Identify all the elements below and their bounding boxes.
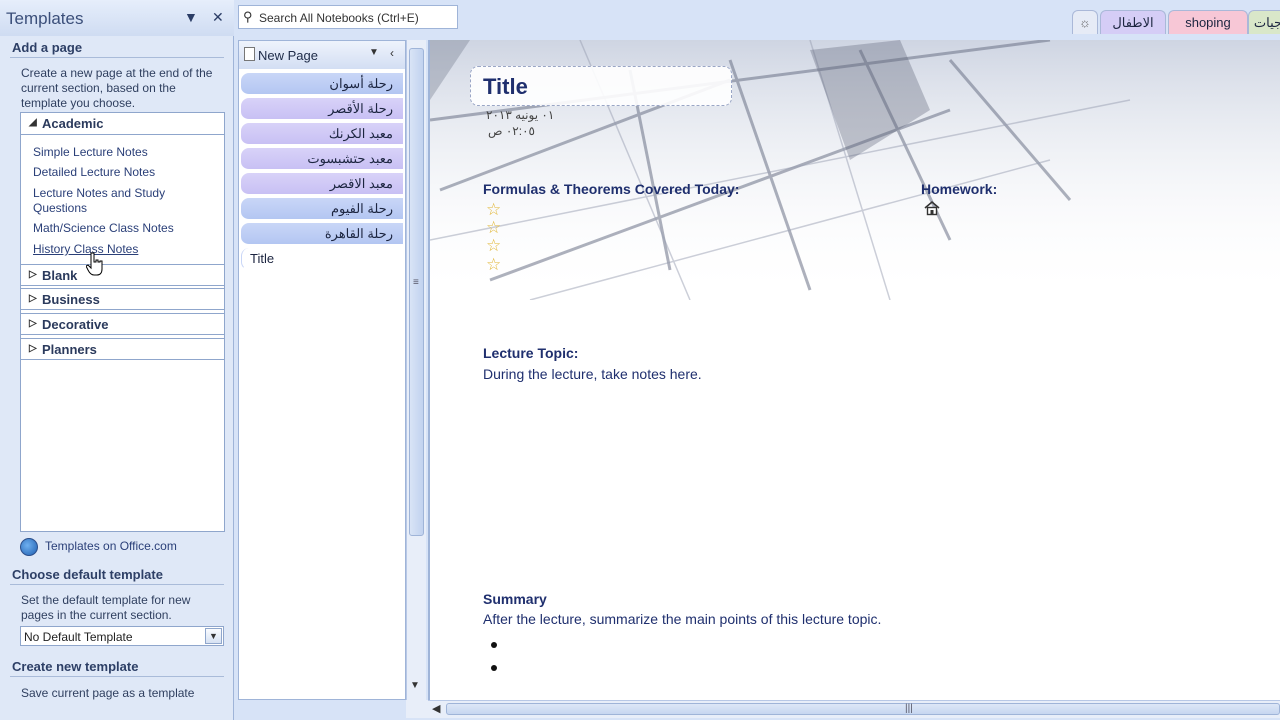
template-history-class-notes[interactable]: History Class Notes xyxy=(33,242,213,257)
page-time: ٠٢:٠٥ ص xyxy=(488,124,535,138)
category-label: Decorative xyxy=(42,317,109,332)
formulas-heading[interactable]: Formulas & Theorems Covered Today: xyxy=(483,181,739,197)
category-label: Planners xyxy=(42,342,97,357)
collapse-pages-icon[interactable]: ‹ xyxy=(390,46,394,60)
template-detailed-lecture-notes[interactable]: Detailed Lecture Notes xyxy=(33,165,213,180)
homework-heading[interactable]: Homework: xyxy=(921,181,997,197)
pane-title: Templates xyxy=(6,9,84,28)
add-page-heading: Add a page xyxy=(12,40,83,55)
pane-menu-icon[interactable]: ▼ xyxy=(184,9,198,25)
add-page-description: Create a new page at the end of the curr… xyxy=(21,66,226,111)
templates-pane: Templates ▼ ✕ Add a page Create a new pa… xyxy=(0,0,234,720)
templates-on-office-link[interactable]: Templates on Office.com xyxy=(20,538,220,556)
description-line: Set the default template for new xyxy=(21,593,191,607)
star-icon: ☆ xyxy=(486,255,502,274)
lecture-topic-heading[interactable]: Lecture Topic: xyxy=(483,345,578,361)
page-tab[interactable]: رحلة الأقصر xyxy=(241,98,403,120)
divider xyxy=(10,584,224,585)
new-page-button[interactable]: New Page xyxy=(258,48,318,63)
category-blank[interactable]: ▷ Blank xyxy=(21,264,224,286)
template-simple-lecture-notes[interactable]: Simple Lecture Notes xyxy=(33,145,213,160)
new-page-dropdown-icon[interactable]: ▼ xyxy=(369,47,379,58)
summary-heading[interactable]: Summary xyxy=(483,591,547,607)
star-icon: ☆ xyxy=(486,236,502,255)
notebook-tabs: جيات shoping الاطفال ☼ xyxy=(1060,10,1280,36)
collapsed-arrow-icon: ▷ xyxy=(29,293,37,304)
page-tabs-panel: New Page ▼ ‹ رحلة أسوان رحلة الأقصر معبد… xyxy=(238,40,406,700)
scroll-thumb[interactable]: ≡ xyxy=(409,48,424,536)
template-label-line: Questions xyxy=(33,201,88,215)
category-decorative[interactable]: ▷ Decorative xyxy=(21,313,224,335)
scroll-thumb[interactable]: ||| xyxy=(446,703,1280,715)
hand-cursor-icon xyxy=(86,252,103,276)
page-tab[interactable]: معبد حتشبسوت xyxy=(241,148,403,170)
template-lecture-notes-study[interactable]: Lecture Notes and Study Questions xyxy=(33,186,213,216)
search-input[interactable]: ⚲ Search All Notebooks (Ctrl+E) xyxy=(238,5,458,29)
pane-title-bar: Templates ▼ ✕ xyxy=(0,0,234,36)
expanded-arrow-icon: ◢ xyxy=(29,117,37,128)
description-line: current section, based on the xyxy=(21,81,176,95)
home-icon xyxy=(924,200,940,216)
notebook-tab[interactable]: جيات xyxy=(1248,10,1280,34)
horizontal-scrollbar[interactable]: ◀ ||| xyxy=(428,700,1280,718)
default-template-select[interactable]: No Default Template ▼ xyxy=(20,626,224,646)
save-as-template-link[interactable]: Save current page as a template xyxy=(21,686,226,701)
notebook-tab[interactable]: الاطفال xyxy=(1100,10,1166,34)
description-line: Create a new page at the end of the xyxy=(21,66,213,80)
template-label-line: Lecture Notes and Study xyxy=(33,186,166,200)
description-line: pages in the current section. xyxy=(21,608,172,622)
vertical-scrollbar[interactable]: ≡ ▼ xyxy=(406,40,426,700)
globe-icon xyxy=(20,538,38,556)
default-template-value: No Default Template xyxy=(24,630,133,644)
page-tab[interactable]: معبد الاقصر xyxy=(241,173,403,195)
notebook-tab[interactable]: shoping xyxy=(1168,10,1248,34)
star-icon: ☆ xyxy=(486,218,502,237)
office-link-label: Templates on Office.com xyxy=(45,539,177,553)
summary-text[interactable]: After the lecture, summarize the main po… xyxy=(483,611,881,627)
page-tab[interactable]: رحلة الفيوم xyxy=(241,198,403,220)
divider xyxy=(10,676,224,677)
page-tab[interactable]: رحلة أسوان xyxy=(241,73,403,95)
star-icon: ☆ xyxy=(486,200,502,219)
template-list: ◢ Academic Simple Lecture Notes Detailed… xyxy=(20,112,225,532)
grip-icon: ≡ xyxy=(413,277,419,288)
template-math-science-class-notes[interactable]: Math/Science Class Notes xyxy=(33,221,213,236)
bullet[interactable] xyxy=(491,665,497,671)
close-icon[interactable]: ✕ xyxy=(212,9,224,26)
search-placeholder: Search All Notebooks (Ctrl+E) xyxy=(259,11,419,25)
category-planners[interactable]: ▷ Planners xyxy=(21,338,224,360)
new-page-icon[interactable] xyxy=(244,47,255,61)
divider xyxy=(10,57,224,58)
page-tab-selected[interactable]: Title xyxy=(241,248,403,270)
page-options-control[interactable] xyxy=(406,700,428,718)
search-icon: ⚲ xyxy=(243,9,253,24)
page-date: ٠١ يونيه ٢٠١٣ xyxy=(486,108,555,122)
default-template-description: Set the default template for new pages i… xyxy=(21,593,226,623)
collapsed-arrow-icon: ▷ xyxy=(29,318,37,329)
page-tab[interactable]: معبد الكرنك xyxy=(241,123,403,145)
chevron-down-icon[interactable]: ▼ xyxy=(205,628,222,644)
page-tab[interactable]: رحلة القاهرة xyxy=(241,223,403,245)
category-academic[interactable]: ◢ Academic xyxy=(21,113,224,135)
category-label: Blank xyxy=(42,268,78,283)
grip-icon: ||| xyxy=(905,703,913,714)
description-line: template you choose. xyxy=(21,96,136,110)
note-canvas[interactable]: Title ٠١ يونيه ٢٠١٣ ٠٢:٠٥ ص Formulas & T… xyxy=(428,40,1280,700)
title-box[interactable]: Title xyxy=(470,66,732,106)
default-template-heading: Choose default template xyxy=(12,567,163,582)
page-title[interactable]: Title xyxy=(483,74,528,100)
category-business[interactable]: ▷ Business xyxy=(21,288,224,310)
collapsed-arrow-icon: ▷ xyxy=(29,343,37,354)
scroll-down-icon[interactable]: ▼ xyxy=(410,680,420,691)
category-label: Business xyxy=(42,292,100,307)
collapsed-arrow-icon: ▷ xyxy=(29,269,37,280)
lecture-topic-text[interactable]: During the lecture, take notes here. xyxy=(483,366,702,382)
create-template-heading: Create new template xyxy=(12,659,139,674)
page-tabs-header: New Page ▼ ‹ xyxy=(239,41,405,69)
scroll-left-icon[interactable]: ◀ xyxy=(432,702,440,715)
category-label: Academic xyxy=(42,116,104,131)
new-tab-icon[interactable]: ☼ xyxy=(1072,10,1098,34)
bullet[interactable] xyxy=(491,642,497,648)
